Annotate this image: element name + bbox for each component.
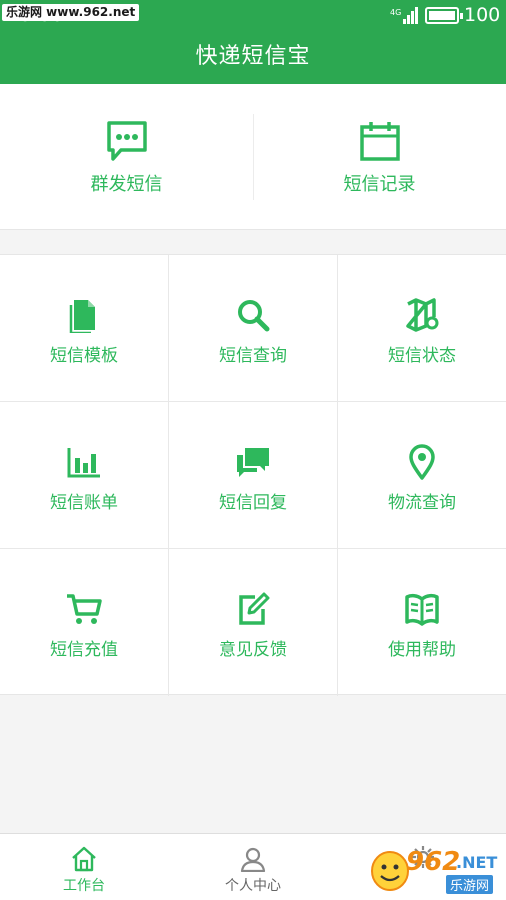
logistics-search-label: 物流查询 xyxy=(388,493,456,513)
sms-search-label: 短信查询 xyxy=(219,346,287,366)
feedback-label: 意见反馈 xyxy=(219,640,287,660)
home-icon xyxy=(72,846,96,872)
chat-bubble-icon xyxy=(107,121,147,161)
help-label: 使用帮助 xyxy=(388,640,456,660)
sms-records-button[interactable]: 短信记录 xyxy=(253,84,506,230)
feature-grid: 短信模板 短信查询 短信状态 短信账单 短信回复 物流查询 短信充值 意见反馈 … xyxy=(0,254,506,696)
cart-icon xyxy=(67,594,102,624)
send-sms-button[interactable]: 群发短信 xyxy=(0,84,253,230)
book-icon xyxy=(405,593,439,626)
signal-icon: 4G xyxy=(390,7,418,24)
sms-reply-button[interactable]: 短信回复 xyxy=(169,402,338,549)
sms-search-button[interactable]: 短信查询 xyxy=(169,255,338,402)
page-title: 快递短信宝 xyxy=(195,44,311,69)
network-label: 4G xyxy=(390,8,401,17)
sms-template-label: 短信模板 xyxy=(50,346,118,366)
logistics-search-button[interactable]: 物流查询 xyxy=(338,402,506,549)
sms-status-button[interactable]: 短信状态 xyxy=(338,255,506,402)
tab-workbench[interactable]: 工作台 xyxy=(0,834,168,900)
top-actions-panel: 群发短信 短信记录 xyxy=(0,84,506,230)
document-icon xyxy=(69,300,95,333)
logo-number: 962 xyxy=(406,847,461,877)
location-pin-icon xyxy=(409,444,435,480)
user-icon xyxy=(240,847,266,872)
sms-bill-button[interactable]: 短信账单 xyxy=(0,402,169,549)
sms-bill-label: 短信账单 xyxy=(50,493,118,513)
bar-chart-icon xyxy=(67,448,100,478)
battery-icon xyxy=(425,7,463,24)
search-icon xyxy=(238,300,270,332)
sms-status-label: 短信状态 xyxy=(388,346,456,366)
sms-recharge-label: 短信充值 xyxy=(50,640,118,660)
send-sms-label: 群发短信 xyxy=(90,174,163,195)
tab-workbench-label: 工作台 xyxy=(63,878,105,894)
logo-suffix: .NET xyxy=(456,853,498,872)
logo-cn-text: 乐游网 xyxy=(446,875,494,894)
help-button[interactable]: 使用帮助 xyxy=(338,549,506,696)
sms-reply-label: 短信回复 xyxy=(219,493,287,513)
feedback-button[interactable]: 意见反馈 xyxy=(169,549,338,696)
edit-icon xyxy=(239,592,270,625)
watermark: 乐游网 www.962.net xyxy=(2,4,140,21)
app-header: 10:00 乐游网 www.962.net 4G 100 快递短信宝 xyxy=(0,0,506,84)
sms-records-label: 短信记录 xyxy=(343,174,416,195)
sms-recharge-button[interactable]: 短信充值 xyxy=(0,549,169,696)
sms-template-button[interactable]: 短信模板 xyxy=(0,255,169,402)
smiley-logo-icon xyxy=(371,851,409,891)
calendar-icon xyxy=(360,122,400,161)
map-icon xyxy=(406,298,439,332)
site-logo: 962 .NET 乐游网 xyxy=(370,845,500,895)
chat-bubbles-icon xyxy=(237,448,269,477)
battery-fill xyxy=(429,11,455,20)
battery-level: 100 xyxy=(464,4,501,26)
tab-profile-label: 个人中心 xyxy=(225,878,281,894)
tab-profile[interactable]: 个人中心 xyxy=(169,834,337,900)
status-bar: 10:00 乐游网 www.962.net 4G 100 xyxy=(0,0,506,30)
